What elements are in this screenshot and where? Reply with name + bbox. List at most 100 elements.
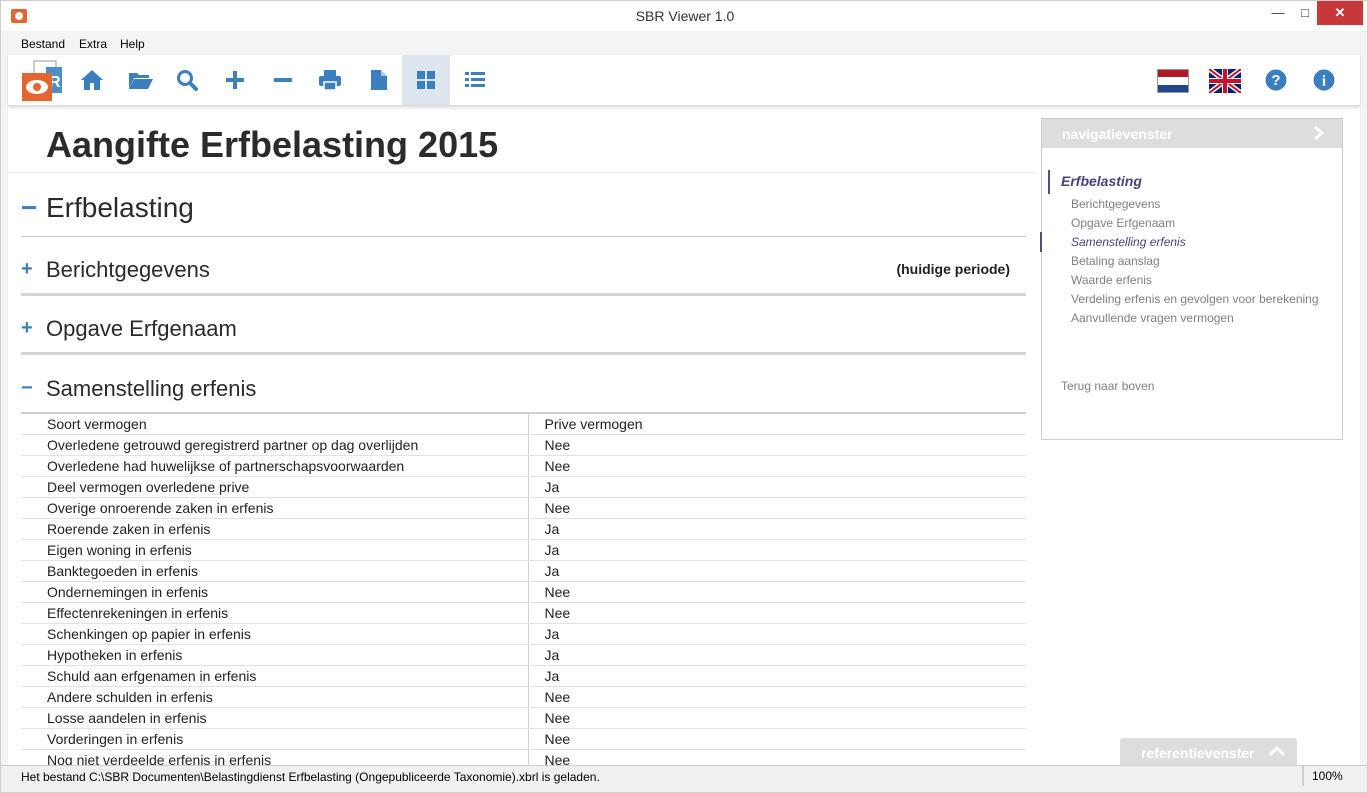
grid-view-icon bbox=[417, 71, 435, 89]
nav-item[interactable]: Betaling aanslag bbox=[1071, 254, 1160, 268]
collapse-toggle[interactable]: − bbox=[21, 377, 33, 400]
table-row: Schuld aan erfgenamen in erfenis Ja bbox=[21, 665, 1026, 687]
row-label: Overledene had huwelijkse of partnerscha… bbox=[21, 455, 529, 477]
sbr-logo: R bbox=[22, 60, 62, 101]
document-icon bbox=[371, 70, 387, 90]
row-value: Ja bbox=[528, 623, 1026, 645]
row-label: Schenkingen op papier in erfenis bbox=[21, 623, 529, 645]
svg-text:i: i bbox=[1322, 74, 1326, 90]
chevron-right-icon[interactable] bbox=[1312, 125, 1326, 141]
minus-icon bbox=[274, 78, 292, 82]
collapse-toggle[interactable]: − bbox=[21, 192, 37, 224]
section-title: Erfbelasting bbox=[46, 192, 194, 223]
period-label: (huidige periode) bbox=[896, 261, 1010, 277]
row-value: Nee bbox=[528, 686, 1026, 708]
section-divider bbox=[21, 352, 1026, 355]
chevron-up-icon[interactable] bbox=[1268, 744, 1286, 758]
row-label: Hypotheken in erfenis bbox=[21, 644, 529, 666]
row-label: Eigen woning in erfenis bbox=[21, 539, 529, 561]
grid-view-button[interactable] bbox=[402, 55, 450, 105]
nav-item-erfbelasting[interactable]: Erfbelasting bbox=[1061, 173, 1142, 189]
row-value: Ja bbox=[528, 518, 1026, 540]
maximize-button[interactable]: □ bbox=[1290, 1, 1320, 25]
navigation-panel-header[interactable]: navigatievenster bbox=[1042, 119, 1342, 148]
reference-panel-tab[interactable]: referentievenster bbox=[1120, 738, 1297, 766]
row-label: Effectenrekeningen in erfenis bbox=[21, 602, 529, 624]
plus-icon bbox=[226, 71, 244, 89]
row-value: Ja bbox=[528, 665, 1026, 687]
status-message: Het bestand C:\SBR Documenten\Belastingd… bbox=[21, 770, 600, 784]
menu-help[interactable]: Help bbox=[120, 37, 145, 51]
nav-item[interactable]: Verdeling erfenis en gevolgen voor berek… bbox=[1071, 292, 1319, 306]
row-label: Nog niet verdeelde erfenis in erfenis bbox=[21, 749, 529, 765]
info-button[interactable]: i bbox=[1300, 55, 1348, 105]
table-row: Deel vermogen overledene prive Ja bbox=[21, 476, 1026, 498]
list-view-button[interactable] bbox=[451, 55, 499, 105]
table-row: Losse aandelen in erfenis Nee bbox=[21, 707, 1026, 729]
title-bar: SBR Viewer 1.0 — □ ✕ bbox=[0, 0, 1368, 31]
row-value: Nee bbox=[528, 602, 1026, 624]
table-row: Eigen woning in erfenis Ja bbox=[21, 539, 1026, 561]
row-value: Ja bbox=[528, 539, 1026, 561]
help-icon: ? bbox=[1265, 69, 1287, 91]
table-row: Roerende zaken in erfenis Ja bbox=[21, 518, 1026, 540]
document-view[interactable]: Aangifte Erfbelasting 2015 − Erfbelastin… bbox=[8, 106, 1036, 765]
row-label: Overige onroerende zaken in erfenis bbox=[21, 497, 529, 519]
nav-item[interactable]: Waarde erfenis bbox=[1071, 273, 1152, 287]
search-icon bbox=[177, 70, 198, 91]
section-divider bbox=[21, 236, 1026, 237]
menu-bestand[interactable]: Bestand bbox=[21, 37, 65, 51]
search-button[interactable] bbox=[163, 55, 211, 105]
row-label: Overledene getrouwd geregistrerd partner… bbox=[21, 434, 529, 456]
toolbar: R ? i bbox=[8, 55, 1360, 106]
window-frame-right bbox=[1360, 55, 1368, 765]
nav-item[interactable]: Samenstelling erfenis bbox=[1071, 235, 1186, 249]
section-title: Samenstelling erfenis bbox=[46, 376, 257, 401]
table-row: Nog niet verdeelde erfenis in erfenis Nee bbox=[21, 749, 1026, 765]
section-title: Opgave Erfgenaam bbox=[46, 316, 237, 341]
english-flag-icon[interactable] bbox=[1209, 69, 1241, 93]
row-value: Nee bbox=[528, 434, 1026, 456]
navigation-panel-title: navigatievenster bbox=[1062, 126, 1173, 142]
dutch-flag-icon[interactable] bbox=[1157, 69, 1189, 93]
document-title: Aangifte Erfbelasting 2015 bbox=[46, 124, 499, 165]
home-button[interactable] bbox=[68, 55, 116, 105]
reference-panel-title: referentievenster bbox=[1141, 745, 1255, 761]
expand-button[interactable] bbox=[211, 55, 259, 105]
window-frame-left bbox=[0, 55, 8, 765]
row-label: Deel vermogen overledene prive bbox=[21, 476, 529, 498]
table-row: Andere schulden in erfenis Nee bbox=[21, 686, 1026, 708]
table-row: Vorderingen in erfenis Nee bbox=[21, 728, 1026, 750]
expand-toggle[interactable]: + bbox=[21, 258, 33, 281]
open-button[interactable] bbox=[117, 55, 165, 105]
table-header-row: Soort vermogen Prive vermogen bbox=[21, 412, 1026, 435]
nav-item[interactable]: Berichtgegevens bbox=[1071, 197, 1160, 211]
table-row: Overledene getrouwd geregistrerd partner… bbox=[21, 434, 1026, 456]
minimize-button[interactable]: — bbox=[1263, 1, 1293, 25]
home-icon bbox=[81, 70, 103, 90]
svg-text:?: ? bbox=[1271, 72, 1280, 89]
table-row: Effectenrekeningen in erfenis Nee bbox=[21, 602, 1026, 624]
row-label: Ondernemingen in erfenis bbox=[21, 581, 529, 603]
row-value: Nee bbox=[528, 728, 1026, 750]
row-value: Ja bbox=[528, 644, 1026, 666]
menu-bar: Bestand Extra Help bbox=[0, 31, 1368, 55]
row-label: Losse aandelen in erfenis bbox=[21, 707, 529, 729]
row-label: Vorderingen in erfenis bbox=[21, 728, 529, 750]
help-button[interactable]: ? bbox=[1252, 55, 1300, 105]
row-value: Ja bbox=[528, 560, 1026, 582]
table-row: Overige onroerende zaken in erfenis Nee bbox=[21, 497, 1026, 519]
nav-item[interactable]: Opgave Erfgenaam bbox=[1071, 216, 1175, 230]
menu-extra[interactable]: Extra bbox=[79, 37, 107, 51]
expand-toggle[interactable]: + bbox=[21, 317, 33, 340]
back-to-top-link[interactable]: Terug naar boven bbox=[1061, 379, 1154, 393]
zoom-level: 100% bbox=[1303, 766, 1343, 786]
row-label: Schuld aan erfgenamen in erfenis bbox=[21, 665, 529, 687]
title-separator bbox=[8, 172, 1036, 173]
close-button[interactable]: ✕ bbox=[1317, 1, 1363, 25]
table-row: Banktegoeden in erfenis Ja bbox=[21, 560, 1026, 582]
document-button[interactable] bbox=[355, 55, 403, 105]
nav-item[interactable]: Aanvullende vragen vermogen bbox=[1071, 311, 1234, 325]
print-button[interactable] bbox=[306, 55, 354, 105]
collapse-button[interactable] bbox=[259, 55, 307, 105]
